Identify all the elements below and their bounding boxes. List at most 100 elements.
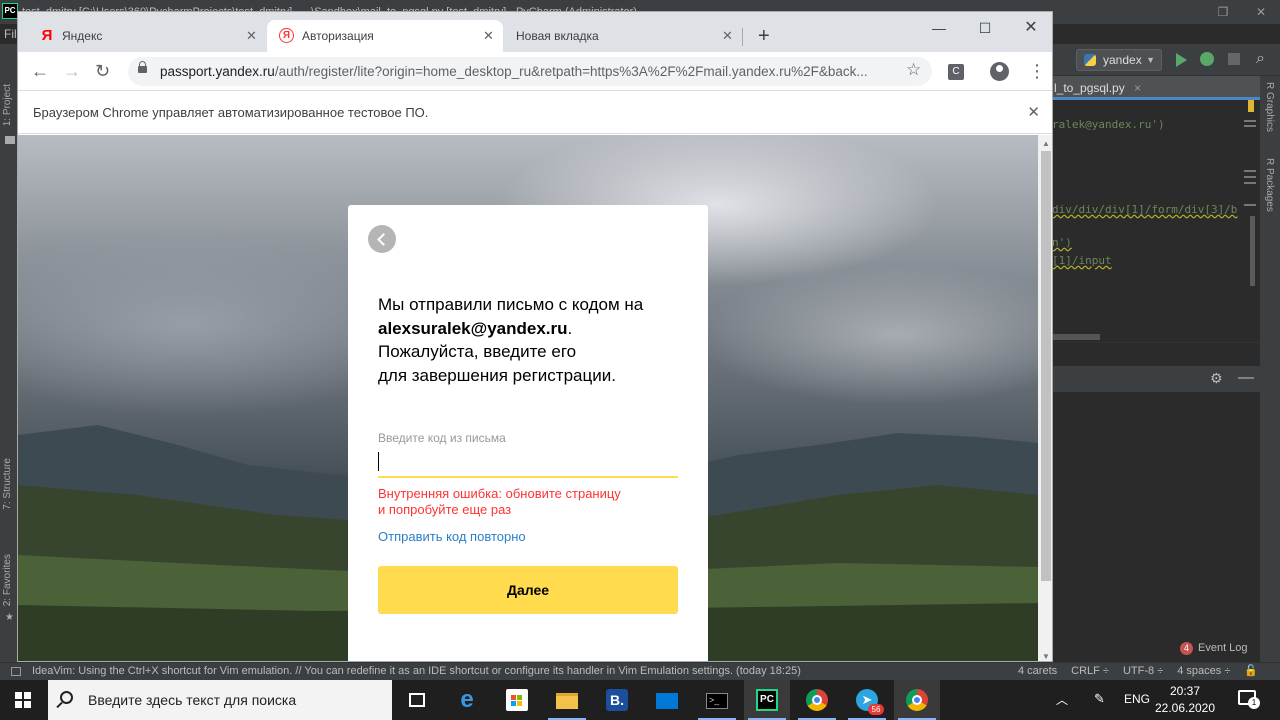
- tab-yandex[interactable]: Я Яндекс ✕: [26, 20, 264, 52]
- new-tab-icon[interactable]: +: [758, 24, 770, 48]
- code-input[interactable]: [378, 448, 678, 478]
- store-icon[interactable]: [494, 680, 540, 720]
- mail-icon[interactable]: [644, 680, 690, 720]
- carets-indicator[interactable]: 4 carets: [1018, 663, 1057, 680]
- windows-taskbar: Введите здесь текст для поиска e B. >_ P…: [0, 680, 1280, 720]
- yandex-favicon-icon: Я: [41, 27, 53, 44]
- r-graphics-tool-tab[interactable]: R Graphics: [1264, 82, 1275, 132]
- ide-close-icon[interactable]: ✕: [1242, 0, 1280, 24]
- clock-time: 20:37: [1169, 684, 1201, 698]
- folder-icon: [5, 136, 15, 144]
- minimize-icon[interactable]: —: [1238, 369, 1254, 387]
- start-button[interactable]: [0, 680, 48, 720]
- ide-status-bar: IdeaVim: Using the Ctrl+X shortcut for V…: [0, 662, 1280, 680]
- chrome-taskbar-icon[interactable]: [794, 680, 840, 720]
- status-message[interactable]: IdeaVim: Using the Ctrl+X shortcut for V…: [32, 663, 801, 680]
- minimize-icon[interactable]: —: [916, 14, 962, 44]
- terminal-icon[interactable]: >_: [694, 680, 740, 720]
- lock-icon[interactable]: [138, 61, 147, 73]
- clock[interactable]: 20:37 22.06.2020: [1150, 683, 1220, 717]
- ide-right-toolstrip: R Graphics R Packages: [1260, 76, 1280, 662]
- chrome-menu-icon[interactable]: ⋮: [1028, 60, 1046, 82]
- tab-label: Яндекс: [62, 29, 103, 43]
- maximize-icon[interactable]: ☐: [962, 14, 1008, 44]
- close-tab-icon[interactable]: ✕: [246, 20, 257, 52]
- close-icon[interactable]: ✕: [1027, 91, 1040, 135]
- file-explorer-icon[interactable]: [544, 680, 590, 720]
- search-icon: [60, 691, 73, 704]
- back-arrow-icon[interactable]: ←: [31, 60, 49, 82]
- pycharm-logo-icon: PC: [2, 3, 18, 19]
- r-packages-tool-tab[interactable]: R Packages: [1264, 158, 1275, 212]
- event-count-badge: 4: [1180, 642, 1193, 655]
- event-log-button[interactable]: 4 Event Log: [1180, 640, 1248, 656]
- instruction-line: Пожалуйста, введите его: [378, 342, 577, 361]
- telegram-icon[interactable]: ➤ 56: [844, 680, 890, 720]
- reload-icon[interactable]: ↻: [95, 60, 110, 82]
- profile-avatar-icon[interactable]: [990, 62, 1009, 81]
- tool-window-content: [1052, 392, 1260, 637]
- infobar-message: Браузером Chrome управляет автоматизиров…: [33, 105, 429, 120]
- stop-icon[interactable]: [1228, 53, 1240, 65]
- taskbar-search-placeholder: Введите здесь текст для поиска: [88, 692, 297, 708]
- page-scrollbar[interactable]: ▲ ▼: [1038, 135, 1052, 661]
- pen-icon[interactable]: ✎: [1094, 691, 1105, 707]
- lock-icon[interactable]: 🔓: [1244, 663, 1258, 680]
- back-chevron-icon[interactable]: [368, 225, 396, 253]
- resend-code-link[interactable]: Отправить код повторно: [378, 529, 526, 544]
- next-button[interactable]: Далее: [378, 566, 678, 614]
- editor-tab-label: l_to_pgsql.py: [1054, 81, 1125, 95]
- task-view-icon[interactable]: [394, 680, 440, 720]
- scrollbar-thumb[interactable]: [1041, 151, 1051, 581]
- chevron-up-icon[interactable]: ︿: [1056, 691, 1068, 708]
- code-editor[interactable]: ralek@yandex.ru') div/div/div[1]/form/di…: [1052, 100, 1252, 340]
- close-icon[interactable]: ×: [1134, 81, 1141, 95]
- pycharm-taskbar-icon[interactable]: PC: [744, 680, 790, 720]
- editor-horizontal-scrollbar[interactable]: [1052, 334, 1100, 340]
- run-icon[interactable]: [1176, 53, 1187, 67]
- editor-tab[interactable]: l_to_pgsql.py ×: [1052, 76, 1260, 100]
- close-tab-icon[interactable]: ✕: [722, 20, 733, 52]
- structure-tool-tab[interactable]: 7: Structure: [2, 458, 13, 510]
- yandex-favicon-icon: Я: [279, 28, 294, 43]
- gear-icon[interactable]: ⚙: [1210, 370, 1223, 387]
- notification-center-icon[interactable]: 1: [1238, 690, 1260, 709]
- instruction-line: для завершения регистрации.: [378, 365, 616, 385]
- project-tool-tab[interactable]: 1: Project: [2, 84, 13, 126]
- chrome-window: Я Яндекс ✕ Я Авторизация ✕ Новая вкладка…: [17, 11, 1053, 662]
- edge-icon[interactable]: e: [444, 680, 490, 720]
- bookmark-star-icon[interactable]: ☆: [906, 60, 921, 80]
- chrome-active-taskbar-icon[interactable]: [894, 680, 940, 720]
- python-icon: [1084, 54, 1096, 66]
- tab-authorization[interactable]: Я Авторизация ✕: [267, 20, 503, 52]
- close-tab-icon[interactable]: ✕: [483, 20, 494, 52]
- error-message: Внутренняя ошибка: обновите страницу и п…: [378, 486, 678, 518]
- forward-arrow-icon[interactable]: →: [63, 60, 81, 82]
- automation-infobar: Браузером Chrome управляет автоматизиров…: [18, 90, 1052, 135]
- url-text[interactable]: passport.yandex.ru/auth/register/lite?or…: [160, 57, 868, 86]
- ide-restore-icon[interactable]: ❐: [1204, 0, 1242, 24]
- taskbar-search-box[interactable]: Введите здесь текст для поиска: [48, 680, 392, 720]
- scroll-up-icon[interactable]: ▲: [1042, 139, 1050, 148]
- tab-separator: [742, 28, 743, 46]
- app-b-icon[interactable]: B.: [594, 680, 640, 720]
- run-config-select[interactable]: yandex ▼: [1076, 49, 1162, 71]
- url-host: passport.yandex.ru: [160, 64, 275, 79]
- scroll-down-icon[interactable]: ▼: [1042, 652, 1050, 661]
- encoding-indicator[interactable]: UTF-8 ÷: [1123, 663, 1163, 680]
- tab-new[interactable]: Новая вкладка ✕: [506, 20, 742, 52]
- search-everywhere-icon[interactable]: ⌕: [1256, 50, 1265, 68]
- extension-icon[interactable]: C: [948, 64, 964, 80]
- status-toggle-icon[interactable]: [11, 667, 21, 676]
- ide-window-controls: ❐ ✕: [1204, 0, 1280, 24]
- indent-indicator[interactable]: 4 spaces ÷: [1177, 663, 1230, 680]
- close-icon[interactable]: ✕: [1008, 14, 1052, 44]
- line-separator-indicator[interactable]: CRLF ÷: [1071, 663, 1109, 680]
- language-indicator[interactable]: ENG: [1124, 692, 1150, 706]
- code-field-label: Введите код из письма: [378, 431, 506, 445]
- error-line: и попробуйте еще раз: [378, 502, 512, 517]
- favorites-tool-tab[interactable]: 2: Favorites: [2, 554, 13, 606]
- debug-icon[interactable]: [1200, 52, 1214, 66]
- address-bar[interactable]: passport.yandex.ru/auth/register/lite?or…: [128, 57, 932, 86]
- status-widgets: 4 carets CRLF ÷ UTF-8 ÷ 4 spaces ÷ 🔓: [1018, 663, 1258, 680]
